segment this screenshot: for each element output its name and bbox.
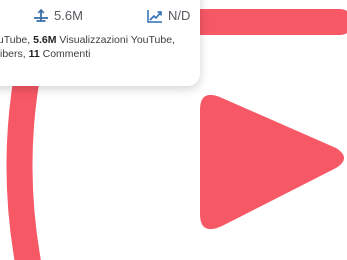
stats-description: YouTube, 5.6M Visualizzazioni YouTube, s… (0, 33, 206, 61)
stats-line-2: scribers, 11 Commenti (0, 47, 206, 61)
line1-suffix: Visualizzazioni YouTube, (56, 34, 175, 46)
play-stack-icon (34, 8, 48, 22)
logo-play-triangle (200, 94, 344, 230)
line2-prefix: scribers, (0, 48, 26, 60)
views-stat: 5.6M (33, 8, 83, 23)
trend-up-icon (147, 9, 162, 23)
trend-stat: N/D (147, 8, 190, 23)
logo-ring-left (6, 47, 43, 260)
line2-suffix: Commenti (39, 48, 91, 60)
stats-row: 5.6M N/D (0, 8, 200, 26)
views-value: 5.6M (54, 8, 83, 23)
line2-comments: 11 (28, 48, 40, 60)
stats-card: 5.6M N/D YouTube, 5.6M Visualizzazioni Y… (0, 0, 200, 86)
line1-views: 5.6M (33, 34, 57, 46)
line1-prefix: YouTube, (0, 34, 31, 46)
stats-line-1: YouTube, 5.6M Visualizzazioni YouTube, (0, 33, 206, 47)
trend-value: N/D (168, 8, 191, 23)
